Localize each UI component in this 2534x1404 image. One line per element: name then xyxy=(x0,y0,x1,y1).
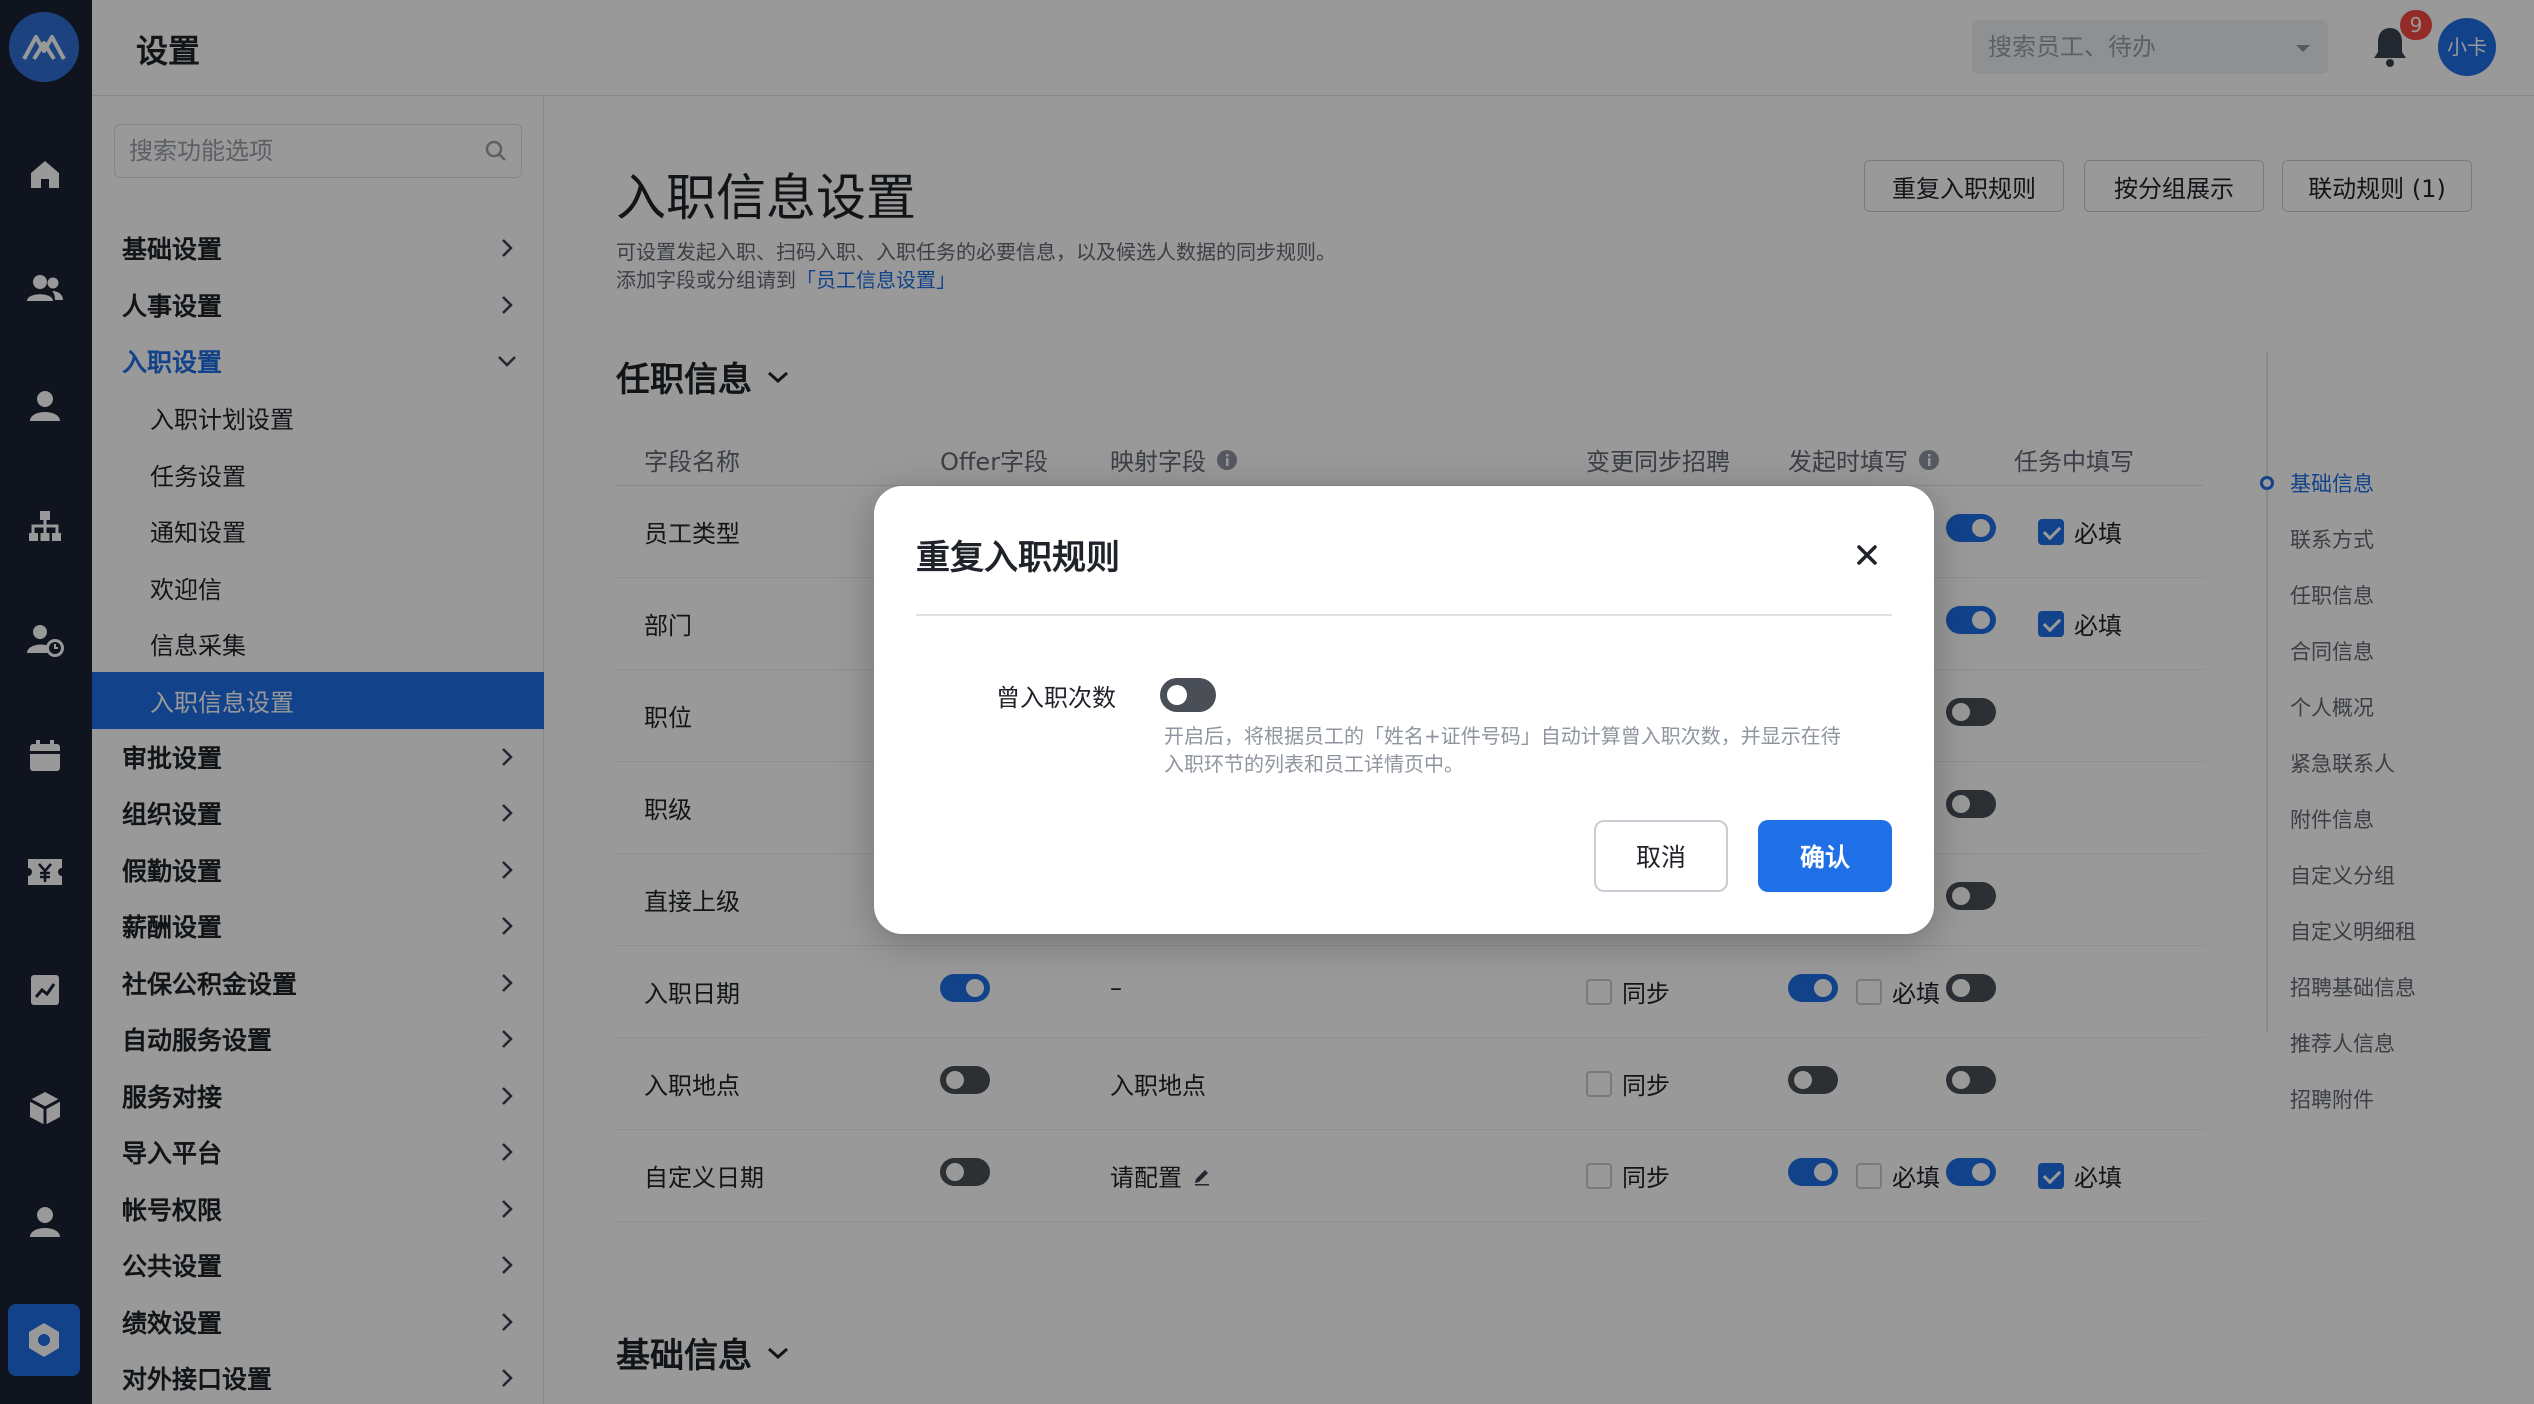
dialog-divider xyxy=(916,614,1892,616)
toggle-hint-line: 入职环节的列表和员工详情页中。 xyxy=(1164,752,1464,776)
repeat-rule-dialog: 重复入职规则 曾入职次数 开启后，将根据员工的「姓名+证件号码」自动计算曾入职次… xyxy=(874,486,1934,934)
confirm-button[interactable]: 确认 xyxy=(1758,820,1892,892)
cancel-button[interactable]: 取消 xyxy=(1594,820,1728,892)
prior-onboard-count-label: 曾入职次数 xyxy=(996,684,1116,712)
prior-onboard-count-toggle[interactable] xyxy=(1160,678,1216,712)
toggle-hint: 开启后，将根据员工的「姓名+证件号码」自动计算曾入职次数，并显示在待 入职环节的… xyxy=(1164,722,1884,778)
toggle-hint-line: 开启后，将根据员工的「姓名+证件号码」自动计算曾入职次数，并显示在待 xyxy=(1164,724,1841,748)
dialog-title: 重复入职规则 xyxy=(916,538,1120,578)
close-icon[interactable] xyxy=(1850,538,1884,572)
